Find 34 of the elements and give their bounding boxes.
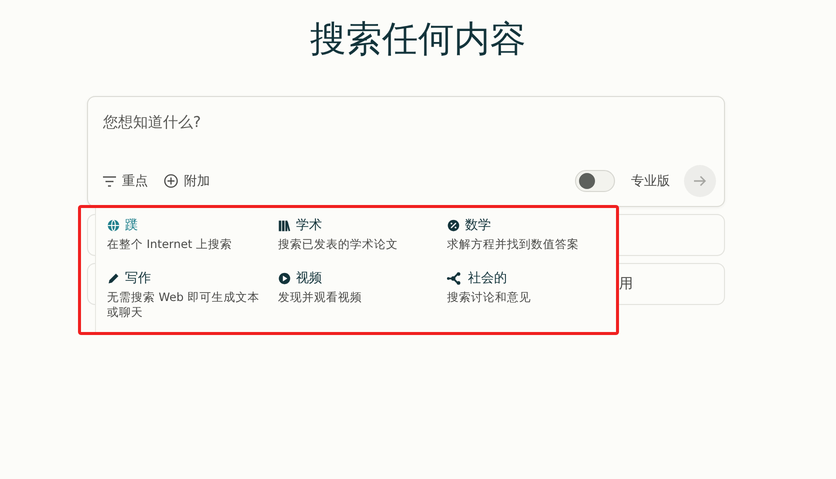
focus-option[interactable]: 蹼 在整个 Internet 上搜索 [107,216,278,269]
suggestion-text: 用 [619,275,633,293]
pro-toggle[interactable] [575,170,615,192]
option-description: 在整个 Internet 上搜索 [107,237,233,252]
pro-label: 专业版 [631,173,670,190]
option-description: 求解方程并找到数值答案 [447,237,580,252]
focus-option[interactable]: 写作 无需搜索 Web 即可生成文本或聊天 [107,269,278,322]
focus-button[interactable]: 重点 [103,172,148,190]
option-label: 数学 [465,217,491,234]
globe-icon [107,218,120,232]
percent-icon [447,218,460,232]
search-input[interactable]: 您想知道什么? [103,113,503,131]
option-label: 社会的 [468,270,507,287]
focus-option[interactable]: 社会的 搜索讨论和意见 [447,269,607,322]
focus-option[interactable]: 视频 发现并观看视频 [278,269,447,322]
play-icon [278,272,291,284]
attach-button[interactable]: 附加 [164,172,210,190]
arrow-right-icon [693,175,707,187]
option-description: 无需搜索 Web 即可生成文本或聊天 [107,290,260,320]
option-label: 学术 [296,217,322,234]
option-label: 蹼 [125,217,138,234]
option-description: 搜索讨论和意见 [447,290,532,305]
option-description: 发现并观看视频 [278,290,363,305]
option-label: 写作 [125,270,151,287]
focus-option[interactable]: 数学 求解方程并找到数值答案 [447,216,607,269]
network-icon [447,272,463,284]
option-label: 视频 [296,270,322,287]
option-description: 搜索已发表的学术论文 [278,237,399,252]
books-icon [278,218,291,232]
plus-circle-icon [164,174,178,188]
pencil-icon [107,272,120,284]
focus-option[interactable]: 学术 搜索已发表的学术论文 [278,216,447,269]
filter-icon [103,176,116,186]
page-title: 搜索任何内容 [310,18,526,62]
